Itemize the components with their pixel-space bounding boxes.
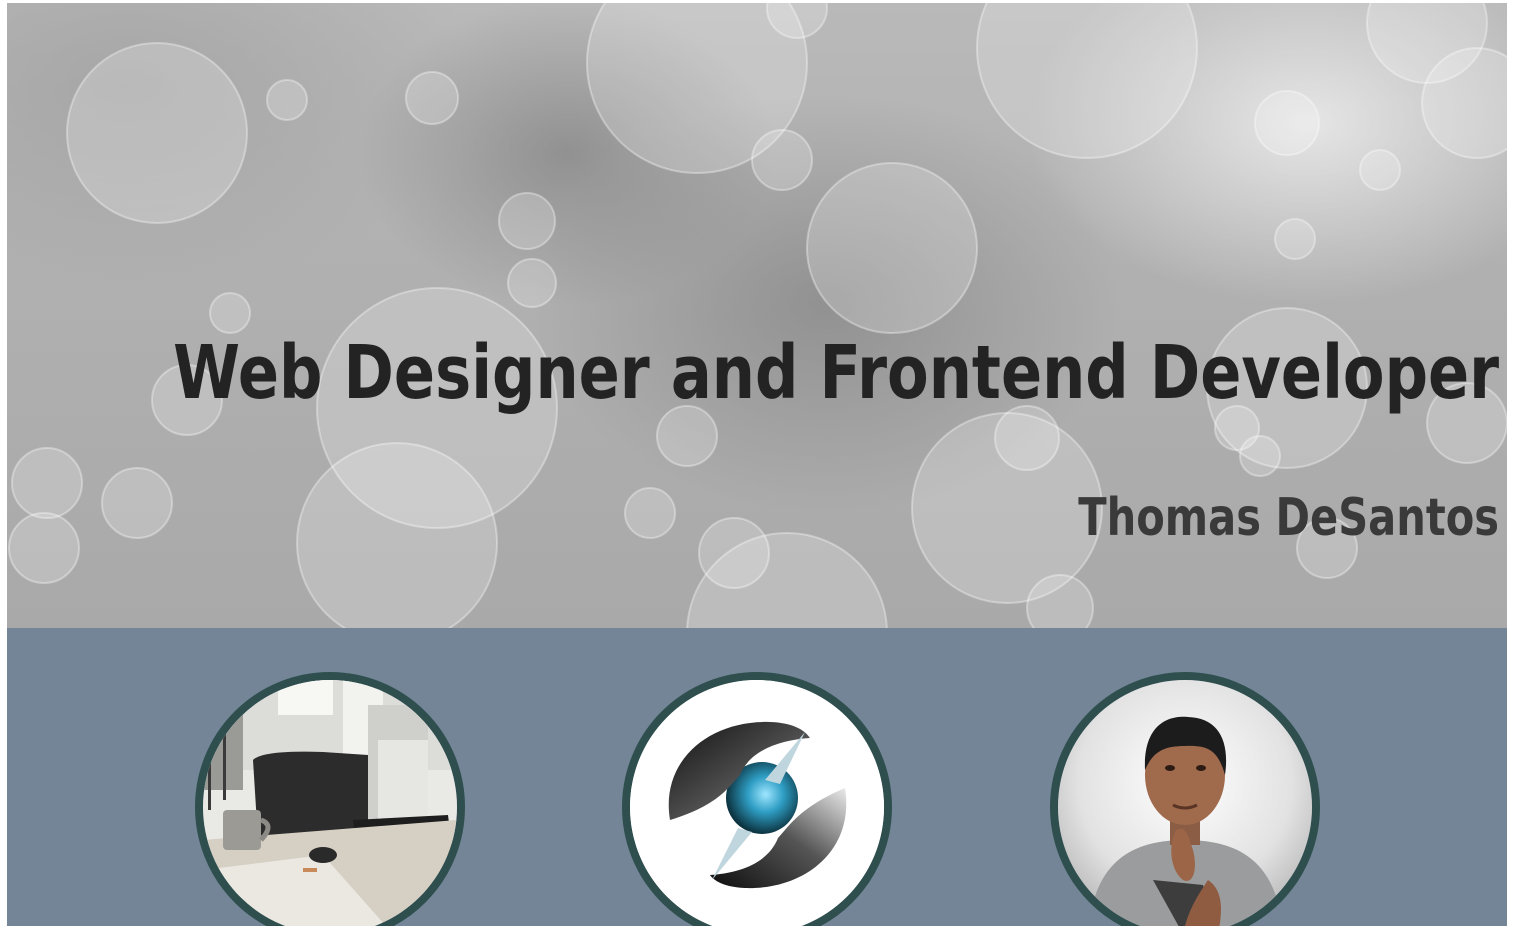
portrait-circle[interactable] xyxy=(1050,672,1320,926)
feature-band xyxy=(7,628,1507,926)
hero-title: Web Designer and Frontend Developer xyxy=(172,330,1499,416)
portrait-photo xyxy=(1058,680,1312,926)
logo-circle[interactable] xyxy=(622,672,892,926)
workspace-photo-circle[interactable] xyxy=(195,672,465,926)
hero-name: Thomas DeSantos xyxy=(1078,488,1499,548)
page: Web Designer and Frontend Developer Thom… xyxy=(7,3,1507,926)
workspace-desk-photo xyxy=(203,680,457,926)
s-logo-icon xyxy=(630,680,884,926)
hero-banner: Web Designer and Frontend Developer Thom… xyxy=(7,3,1507,628)
